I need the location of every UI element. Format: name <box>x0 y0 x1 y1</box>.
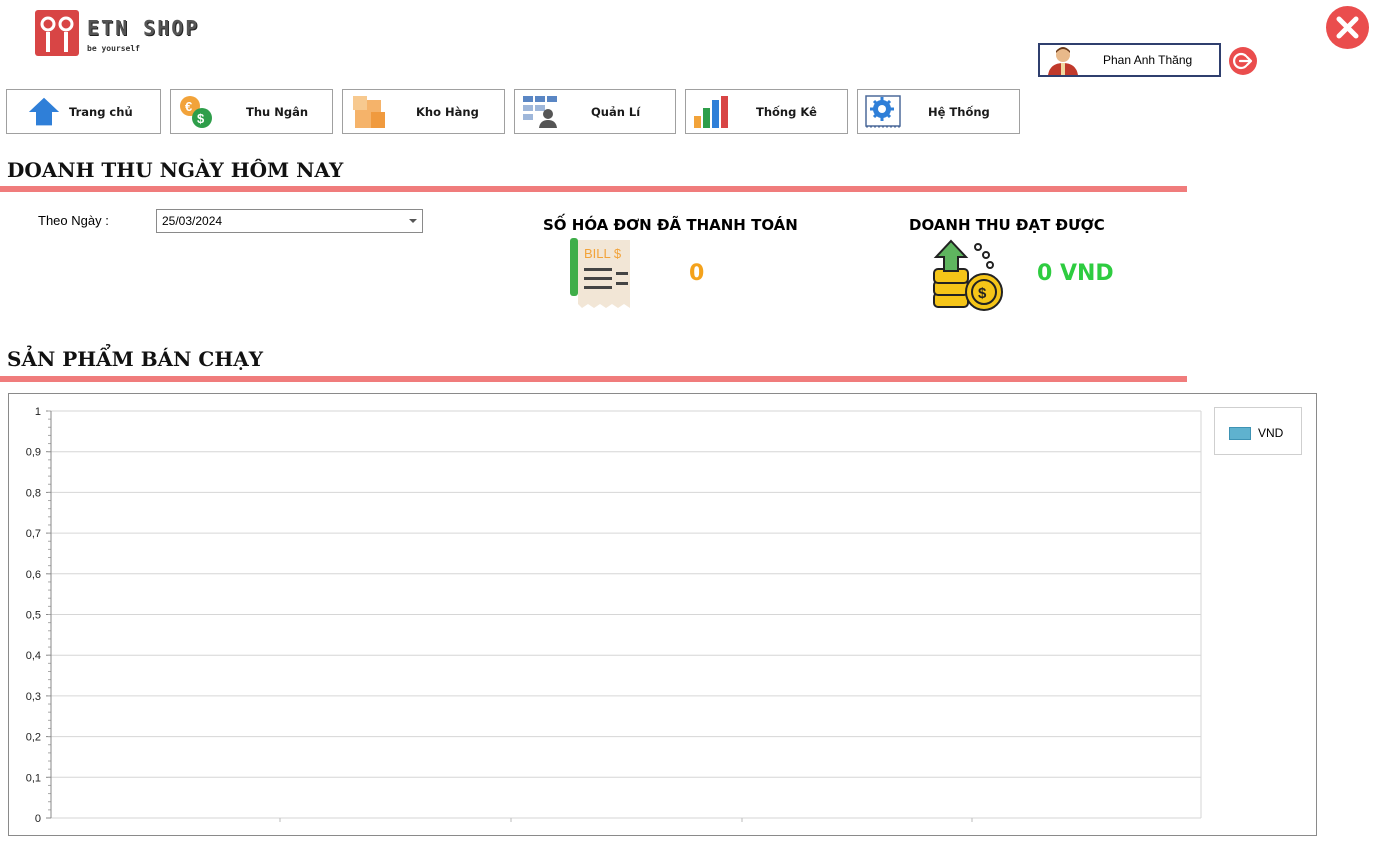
logout-icon <box>1233 52 1253 70</box>
nav-system-label: Hệ Thống <box>928 105 990 119</box>
y-axis-tick-label: 0,3 <box>26 691 41 703</box>
logout-button[interactable] <box>1229 47 1257 75</box>
manage-icon <box>523 96 557 128</box>
chart-legend: VND <box>1214 407 1302 455</box>
user-name: Phan Anh Thăng <box>1103 53 1193 67</box>
section-divider <box>0 186 1187 192</box>
invoices-count-title: SỐ HÓA ĐƠN ĐÃ THANH TOÁN <box>543 216 798 234</box>
svg-text:€: € <box>185 99 192 114</box>
best-sellers-chart: 1 0,9 0,8 0,7 0,6 0,5 0,4 0,3 0,2 0,1 0 <box>8 393 1317 836</box>
y-axis-tick-label: 0 <box>35 813 41 825</box>
home-icon <box>28 97 60 126</box>
invoices-count-value: 0 <box>689 261 705 286</box>
section-title-best-sellers: SẢN PHẨM BÁN CHẠY <box>7 347 264 371</box>
y-axis-tick-label: 0,8 <box>26 487 41 499</box>
date-dropdown[interactable]: 25/03/2024 <box>156 209 423 233</box>
bill-icon: BILL $ <box>570 238 630 308</box>
nav-manage-button[interactable]: Quản Lí <box>514 89 676 134</box>
coins-growth-icon: $ <box>933 239 1003 311</box>
legend-series-name: VND <box>1258 426 1284 440</box>
shop-logo: ETN SHOP be yourself <box>35 10 245 58</box>
system-icon <box>865 95 901 128</box>
logo-title: ETN SHOP <box>87 16 200 40</box>
y-axis-tick-label: 0,9 <box>26 447 41 459</box>
y-axis-tick-label: 0,7 <box>26 528 41 540</box>
revenue-title: DOANH THU ĐẠT ĐƯỢC <box>909 216 1105 234</box>
date-filter-label: Theo Ngày : <box>38 213 109 228</box>
close-icon <box>1336 16 1359 39</box>
nav-system-button[interactable]: Hệ Thống <box>857 89 1020 134</box>
user-avatar-icon <box>1048 47 1078 75</box>
nav-cashier-label: Thu Ngân <box>246 105 309 119</box>
user-profile-button[interactable]: Phan Anh Thăng <box>1038 43 1221 77</box>
bill-icon-text: BILL $ <box>584 246 622 261</box>
logo-icon <box>35 10 79 56</box>
chart-plot-area: 1 0,9 0,8 0,7 0,6 0,5 0,4 0,3 0,2 0,1 0 <box>26 406 1202 825</box>
logo-subtitle: be yourself <box>87 44 140 53</box>
section-divider <box>0 376 1187 382</box>
section-title-today-revenue: DOANH THU NGÀY HÔM NAY <box>7 158 344 182</box>
y-axis-tick-label: 0,6 <box>26 569 41 581</box>
y-axis-tick-label: 0,4 <box>26 650 41 662</box>
nav-statistics-button[interactable]: Thống Kê <box>685 89 848 134</box>
warehouse-icon <box>353 96 385 128</box>
y-axis-tick-label: 0,5 <box>26 610 41 622</box>
svg-text:$: $ <box>197 111 205 126</box>
nav-warehouse-button[interactable]: Kho Hàng <box>342 89 505 134</box>
nav-home-label: Trang chủ <box>69 105 133 119</box>
statistics-icon <box>694 96 728 128</box>
nav-statistics-label: Thống Kê <box>756 105 817 119</box>
y-axis-tick-label: 1 <box>35 406 41 418</box>
y-axis-tick-label: 0,1 <box>26 772 41 784</box>
nav-warehouse-label: Kho Hàng <box>416 105 479 119</box>
close-button[interactable] <box>1326 6 1369 49</box>
nav-cashier-button[interactable]: € $ Thu Ngân <box>170 89 333 134</box>
revenue-value: 0 VND <box>1037 261 1114 286</box>
y-axis-tick-label: 0,2 <box>26 732 41 744</box>
date-dropdown-value: 25/03/2024 <box>162 214 223 228</box>
legend-swatch <box>1229 427 1251 440</box>
svg-text:$: $ <box>978 285 987 302</box>
nav-home-button[interactable]: Trang chủ <box>6 89 161 134</box>
chevron-down-icon <box>409 219 417 223</box>
nav-manage-label: Quản Lí <box>591 105 641 119</box>
cashier-icon: € $ <box>180 96 212 128</box>
